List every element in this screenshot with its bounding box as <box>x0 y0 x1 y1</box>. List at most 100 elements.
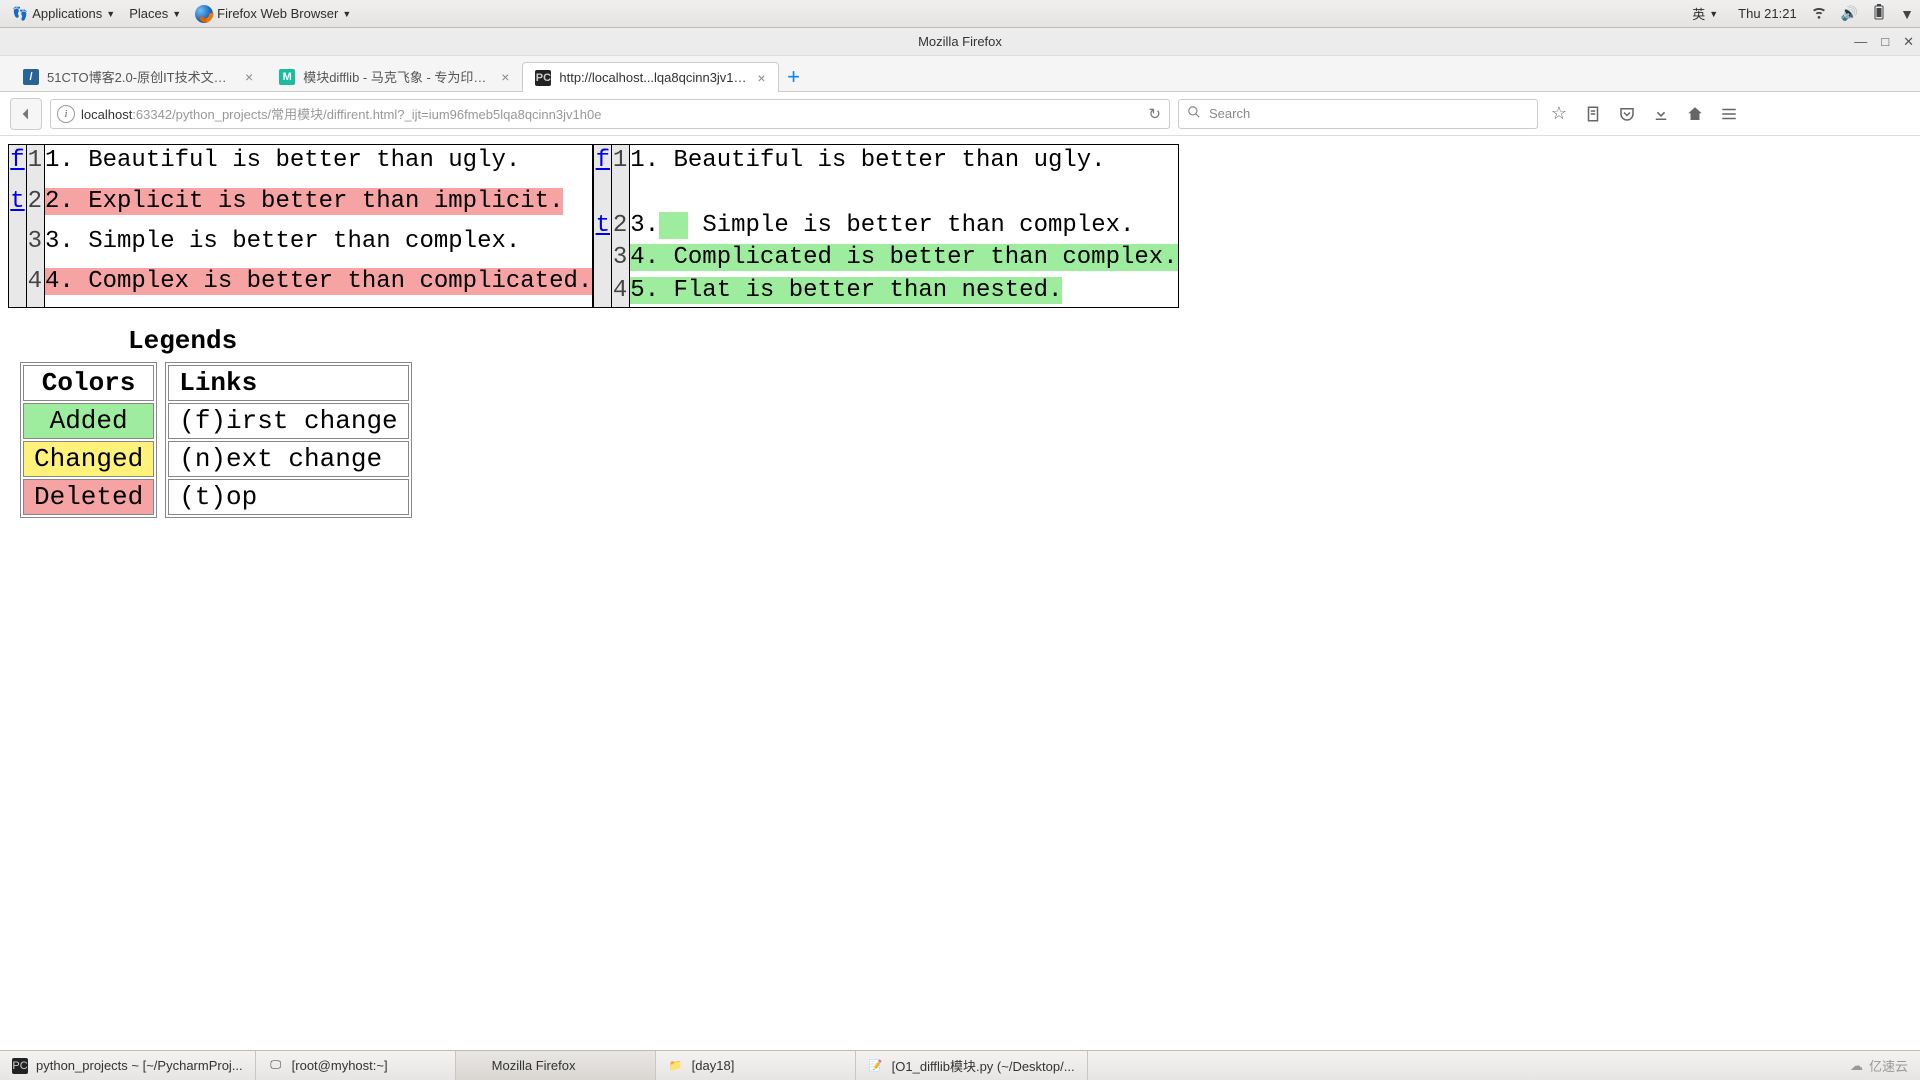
volume-icon[interactable]: 🔊 <box>1841 5 1858 22</box>
legend-colors-header: Colors <box>23 365 154 401</box>
close-icon[interactable]: × <box>245 69 253 85</box>
table-row: t23. Simple is better than complex. <box>594 210 1178 242</box>
chevron-down-icon: ▼ <box>172 9 181 19</box>
table-row <box>594 177 1178 209</box>
places-menu[interactable]: Places ▼ <box>123 6 187 21</box>
taskbar-item[interactable]: PCpython_projects ~ [~/PycharmProj... <box>0 1051 256 1080</box>
reload-icon[interactable]: ↻ <box>1148 105 1161 123</box>
firefox-titlebar: Mozilla Firefox — □ ✕ <box>0 28 1920 56</box>
bookmark-star-icon[interactable]: ☆ <box>1546 103 1572 124</box>
diff-link-cell: t <box>9 186 27 226</box>
wifi-icon[interactable] <box>1811 4 1827 23</box>
taskbar-item[interactable]: Mozilla Firefox <box>456 1051 656 1080</box>
diff-link-cell: f <box>9 145 27 186</box>
diff-line-text: 2. Explicit is better than implicit. <box>45 188 563 215</box>
tab-maxiang[interactable]: M 模块difflib - 马克飞象 - 专为印象... × <box>266 61 522 91</box>
task-label: [day18] <box>692 1058 735 1073</box>
pocket-icon[interactable] <box>1614 105 1640 123</box>
tab-51cto[interactable]: / 51CTO博客2.0-原创IT技术文章... × <box>10 61 266 91</box>
line-number: 4 <box>612 275 630 308</box>
legend-link-cell: (t)op <box>168 479 408 515</box>
home-icon[interactable] <box>1682 105 1708 123</box>
applications-menu[interactable]: 👣 Applications ▼ <box>6 6 121 22</box>
search-bar[interactable]: Search <box>1178 99 1538 129</box>
diff-text-cell <box>630 177 1178 209</box>
legend-link-cell: (f)irst change <box>168 403 408 439</box>
battery-icon[interactable] <box>1872 4 1886 23</box>
diff-text-cell: 4. Complicated is better than complex. <box>630 242 1178 274</box>
maximize-button[interactable]: □ <box>1881 34 1889 50</box>
diff-link-cell <box>9 266 27 307</box>
taskbar-item[interactable]: 🖵[root@myhost:~] <box>256 1051 456 1080</box>
gnome-top-bar: 👣 Applications ▼ Places ▼ Firefox Web Br… <box>0 0 1920 28</box>
url-bar[interactable]: i localhost:63342/python_projects/常用模块/d… <box>50 99 1170 129</box>
table-row: 34. Complicated is better than complex. <box>594 242 1178 274</box>
reader-view-icon[interactable] <box>1580 105 1606 123</box>
table-row: t22. Explicit is better than implicit. <box>9 186 593 226</box>
taskbar-item[interactable]: 📝 [O1_difflib模块.py (~/Desktop/... <box>856 1051 1088 1080</box>
diff-link-cell <box>594 177 612 209</box>
system-menu-icon[interactable]: ▼ <box>1900 6 1914 22</box>
hamburger-menu-icon[interactable] <box>1716 105 1742 123</box>
diff-nav-link[interactable]: t <box>10 188 24 215</box>
diff-nav-link[interactable]: t <box>596 212 610 239</box>
diff-text-cell: 4. Complex is better than complicated. <box>45 266 593 307</box>
line-number: 4 <box>27 266 45 307</box>
diff-text-cell: 5. Flat is better than nested. <box>630 275 1178 308</box>
diff-text-cell: 2. Explicit is better than implicit. <box>45 186 593 226</box>
task-icon: 🖵 <box>268 1058 284 1074</box>
line-number <box>612 177 630 209</box>
search-icon <box>1187 105 1201 122</box>
firefox-window: Mozilla Firefox — □ ✕ / 51CTO博客2.0-原创IT技… <box>0 28 1920 526</box>
table-row: f11. Beautiful is better than ugly. <box>594 145 1178 178</box>
task-label: [O1_difflib模块.py (~/Desktop/... <box>892 1056 1075 1075</box>
close-icon[interactable]: × <box>757 70 765 86</box>
table-row: 33. Simple is better than complex. <box>9 226 593 266</box>
favicon-icon: PC <box>535 70 551 86</box>
diff-link-cell <box>9 226 27 266</box>
diff-text-cell: 3. Simple is better than complex. <box>630 210 1178 242</box>
places-label: Places <box>129 6 168 21</box>
task-label: python_projects ~ [~/PycharmProj... <box>36 1058 243 1073</box>
close-button[interactable]: ✕ <box>1903 34 1914 50</box>
diff-nav-link[interactable]: f <box>596 147 610 174</box>
active-app-label: Firefox Web Browser <box>217 6 338 21</box>
diff-link-cell <box>594 275 612 308</box>
foot-icon: 👣 <box>12 6 28 22</box>
chevron-down-icon: ▼ <box>342 9 351 19</box>
legend-link-cell: (n)ext change <box>168 441 408 477</box>
url-text: localhost:63342/python_projects/常用模块/dif… <box>81 104 601 123</box>
ime-indicator[interactable]: 英 ▼ <box>1686 4 1724 23</box>
favicon-icon: / <box>23 69 39 85</box>
legend-links-table: Links (f)irst change(n)ext change(t)op <box>165 362 411 518</box>
tab-label: 模块difflib - 马克飞象 - 专为印象... <box>303 67 493 86</box>
new-tab-button[interactable]: + <box>779 63 809 91</box>
legend-section: Legends Colors AddedChangedDeleted Links… <box>8 326 1912 518</box>
legend-color-cell: Added <box>23 403 154 439</box>
taskbar-item[interactable]: 📁 [day18] <box>656 1051 856 1080</box>
diff-left-table: f11. Beautiful is better than ugly.t22. … <box>8 144 593 308</box>
table-row: f11. Beautiful is better than ugly. <box>9 145 593 186</box>
downloads-icon[interactable] <box>1648 105 1674 123</box>
active-app-menu[interactable]: Firefox Web Browser ▼ <box>189 5 357 23</box>
diff-link-cell: f <box>594 145 612 178</box>
firefox-toolbar: i localhost:63342/python_projects/常用模块/d… <box>0 92 1920 136</box>
back-button[interactable] <box>10 98 42 130</box>
search-placeholder: Search <box>1209 106 1250 121</box>
diff-text-cell: 1. Beautiful is better than ugly. <box>630 145 1178 178</box>
close-icon[interactable]: × <box>501 69 509 85</box>
diff-line-text: 4. Complex is better than complicated. <box>45 268 592 295</box>
watermark-text: 亿速云 <box>1869 1056 1908 1075</box>
diff-link-cell: t <box>594 210 612 242</box>
legend-colors-table: Colors AddedChangedDeleted <box>20 362 157 518</box>
firefox-icon <box>195 5 213 23</box>
task-label: Mozilla Firefox <box>492 1058 576 1073</box>
minimize-button[interactable]: — <box>1854 34 1867 50</box>
applications-label: Applications <box>32 6 102 21</box>
task-icon: 📝 <box>868 1058 884 1074</box>
clock-label[interactable]: Thu 21:21 <box>1738 6 1797 21</box>
task-icon: 📁 <box>668 1058 684 1074</box>
site-info-icon[interactable]: i <box>57 105 75 123</box>
tab-localhost[interactable]: PC http://localhost...lqa8qcinn3jv1h0e × <box>522 62 778 92</box>
diff-nav-link[interactable]: f <box>10 147 24 174</box>
